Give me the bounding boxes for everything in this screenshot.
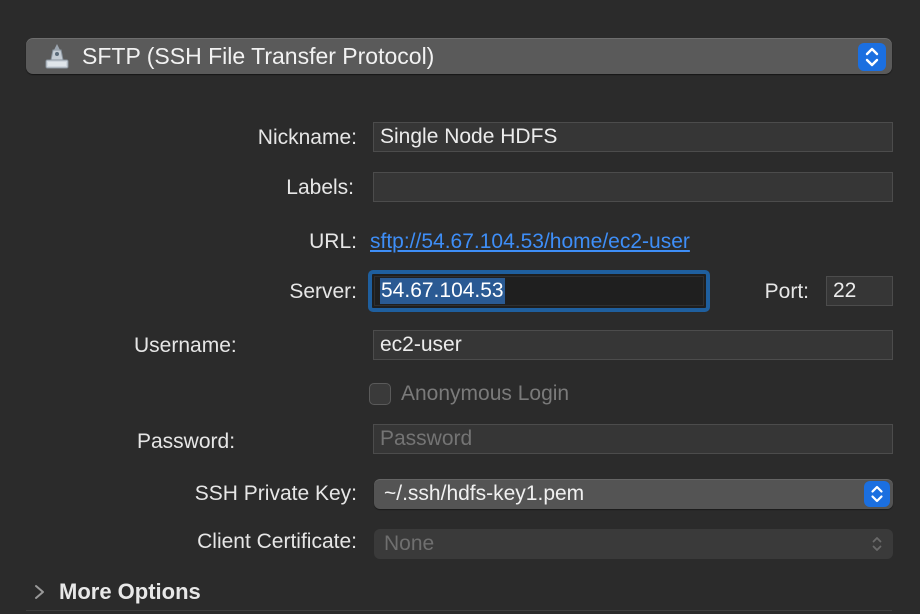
more-options-toggle[interactable]: More Options xyxy=(59,578,201,606)
anonymous-login-checkbox[interactable] xyxy=(369,383,391,405)
ssh-private-key-popup[interactable]: ~/.ssh/hdfs-key1.pem xyxy=(374,479,893,509)
server-value: 54.67.104.53 xyxy=(380,278,505,304)
sftp-connection-panel: SFTP (SSH File Transfer Protocol) Nickna… xyxy=(0,0,920,614)
username-value: ec2-user xyxy=(380,333,462,356)
username-field[interactable]: ec2-user xyxy=(373,330,893,360)
username-label: Username: xyxy=(134,334,237,357)
url-link[interactable]: sftp://54.67.104.53/home/ec2-user xyxy=(370,229,690,255)
server-field[interactable]: 54.67.104.53 xyxy=(368,270,710,312)
password-field[interactable]: Password xyxy=(373,424,893,454)
labels-field[interactable] xyxy=(373,172,893,202)
server-label: Server: xyxy=(289,280,357,303)
ssh-private-key-label: SSH Private Key: xyxy=(194,482,357,505)
port-label: Port: xyxy=(764,280,809,303)
divider xyxy=(26,610,892,611)
nickname-value: Single Node HDFS xyxy=(380,125,558,148)
labels-label: Labels: xyxy=(286,176,354,199)
client-certificate-value: None xyxy=(384,532,435,555)
protocol-label: SFTP (SSH File Transfer Protocol) xyxy=(82,43,435,69)
ssh-private-key-value: ~/.ssh/hdfs-key1.pem xyxy=(384,482,585,505)
popup-stepper-icon[interactable] xyxy=(864,481,890,507)
popup-stepper-icon xyxy=(864,531,890,557)
protocol-popup[interactable]: SFTP (SSH File Transfer Protocol) xyxy=(26,38,892,74)
nickname-label: Nickname: xyxy=(257,126,357,149)
anonymous-login-label: Anonymous Login xyxy=(401,382,570,405)
url-label: URL: xyxy=(309,230,357,253)
port-field[interactable]: 22 xyxy=(826,276,893,306)
nickname-field[interactable]: Single Node HDFS xyxy=(373,122,893,152)
password-label: Password: xyxy=(137,430,236,453)
chevron-right-icon[interactable] xyxy=(30,580,50,604)
port-value: 22 xyxy=(833,279,857,302)
client-certificate-popup[interactable]: None xyxy=(374,529,893,559)
password-placeholder: Password xyxy=(380,427,473,450)
client-certificate-label: Client Certificate: xyxy=(197,530,357,553)
network-drive-icon xyxy=(42,42,72,70)
popup-stepper-icon[interactable] xyxy=(858,43,886,71)
